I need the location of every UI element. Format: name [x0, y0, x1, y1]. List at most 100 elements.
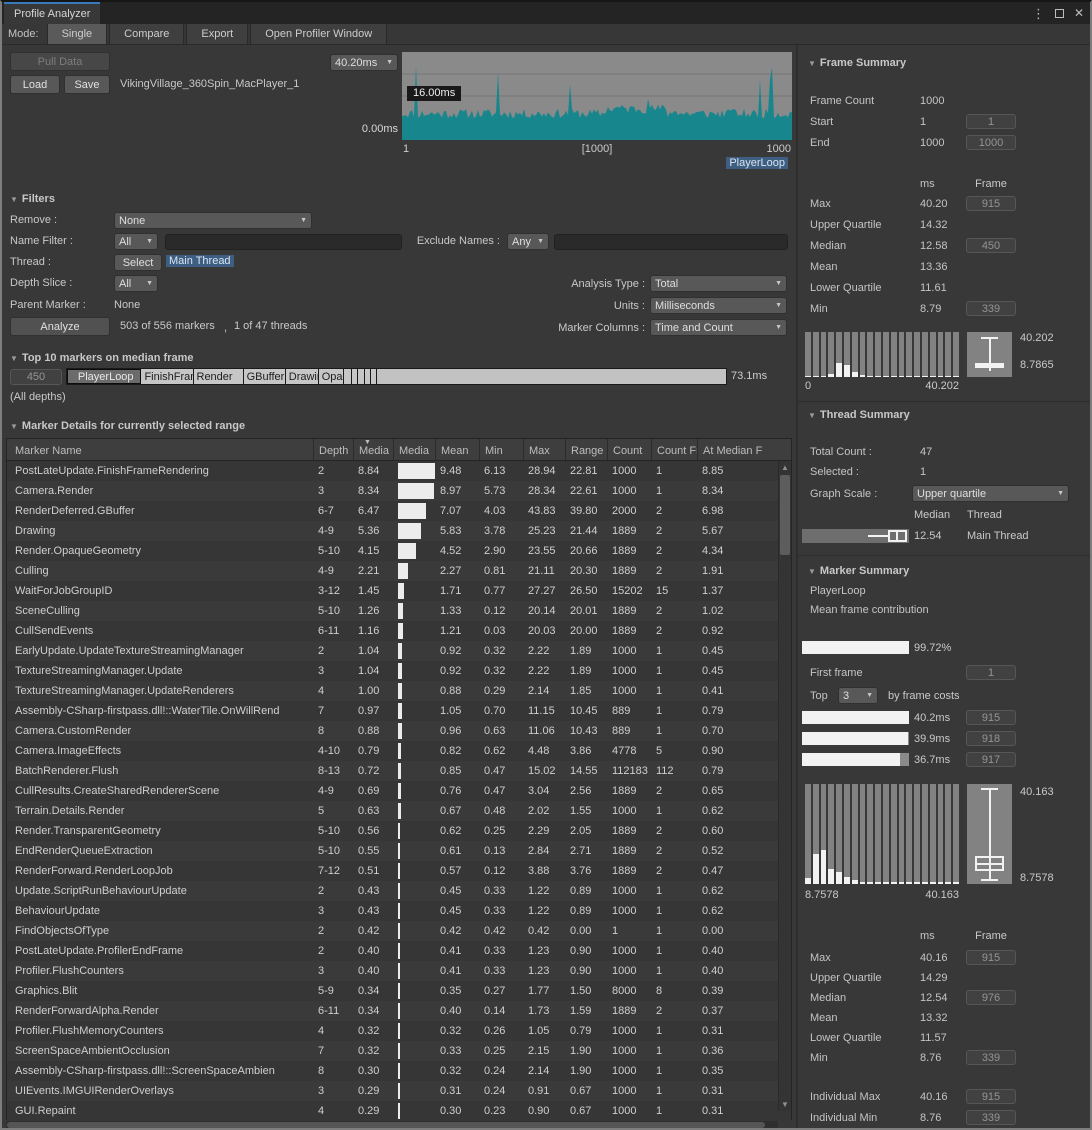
- frame-summary-header[interactable]: ▼Frame Summary: [808, 57, 906, 69]
- scroll-up-icon[interactable]: ▲: [781, 463, 789, 472]
- scroll-down-icon[interactable]: ▼: [781, 1100, 789, 1109]
- vertical-scrollbar-thumb[interactable]: [780, 475, 790, 555]
- frame-summary-histogram[interactable]: [805, 332, 959, 377]
- table-row[interactable]: EndRenderQueueExtraction5-100.550.610.13…: [7, 841, 791, 861]
- frame-summary-row-frame-badge[interactable]: 1: [966, 114, 1016, 129]
- name-filter-input[interactable]: [165, 234, 402, 250]
- frame-summary-stat-frame-badge[interactable]: 450: [966, 238, 1016, 253]
- table-row[interactable]: BehaviourUpdate30.430.450.331.220.891000…: [7, 901, 791, 921]
- column-header-count[interactable]: Count: [607, 439, 651, 460]
- close-icon[interactable]: ✕: [1074, 7, 1084, 19]
- table-row[interactable]: ScreenSpaceAmbientOcclusion70.320.330.25…: [7, 1041, 791, 1061]
- frame-summary-stat-frame-badge[interactable]: 915: [966, 196, 1016, 211]
- column-header-media[interactable]: Media: [393, 439, 435, 460]
- first-frame-badge[interactable]: 1: [966, 665, 1016, 680]
- top10-segment-finishframer[interactable]: FinishFrameR: [141, 369, 193, 384]
- table-row[interactable]: RenderForwardAlpha.Render6-110.340.400.1…: [7, 1001, 791, 1021]
- table-row[interactable]: GUI.Repaint40.290.300.230.900.67100010.3…: [7, 1101, 791, 1121]
- marker-summary-individual-frame-badge[interactable]: 915: [966, 1089, 1016, 1104]
- top-frame-badge[interactable]: 918: [966, 731, 1016, 746]
- vertical-scrollbar[interactable]: ▲ ▼: [778, 461, 791, 1111]
- marker-columns-dropdown[interactable]: Time and Count▼: [650, 319, 787, 336]
- top10-segment-opaqu[interactable]: Opaqu: [319, 369, 344, 384]
- top10-segment[interactable]: [371, 369, 378, 384]
- top10-marker-bar[interactable]: PlayerLoopFinishFrameRRenderGBufferDrawi…: [66, 368, 727, 385]
- marker-summary-stat-frame-badge[interactable]: 976: [966, 990, 1016, 1005]
- table-row[interactable]: Render.OpaqueGeometry5-104.154.522.9023.…: [7, 541, 791, 561]
- table-row[interactable]: Camera.ImageEffects4-100.790.820.624.483…: [7, 741, 791, 761]
- marker-details-header[interactable]: ▼Marker Details for currently selected r…: [10, 420, 245, 432]
- thread-range-graph[interactable]: [802, 529, 909, 543]
- table-row[interactable]: PostLateUpdate.FinishFrameRendering28.84…: [7, 461, 791, 481]
- top10-segment[interactable]: [358, 369, 365, 384]
- top10-segment-playerloop[interactable]: PlayerLoop: [67, 369, 141, 384]
- table-row[interactable]: Drawing4-95.365.833.7825.2321.44188925.6…: [7, 521, 791, 541]
- top10-segment-drawing[interactable]: Drawing: [286, 369, 319, 384]
- marker-summary-boxplot[interactable]: [967, 784, 1012, 884]
- table-row[interactable]: EarlyUpdate.UpdateTextureStreamingManage…: [7, 641, 791, 661]
- top10-frame-badge[interactable]: 450: [10, 369, 62, 385]
- table-row[interactable]: Graphics.Blit5-90.340.350.271.771.508000…: [7, 981, 791, 1001]
- toolbar-button-single[interactable]: Single: [47, 24, 108, 44]
- kebab-menu-icon[interactable]: ⋮: [1032, 7, 1045, 20]
- marker-summary-stat-frame-badge[interactable]: 915: [966, 950, 1016, 965]
- frame-range-dropdown[interactable]: 40.20ms ▼: [330, 54, 398, 71]
- table-row[interactable]: Terrain.Details.Render50.630.670.482.021…: [7, 801, 791, 821]
- table-row[interactable]: Update.ScriptRunBehaviourUpdate20.430.45…: [7, 881, 791, 901]
- top10-segment-gbuffer[interactable]: GBuffer: [244, 369, 286, 384]
- name-filter-mode-dropdown[interactable]: All▼: [114, 233, 158, 250]
- table-row[interactable]: RenderForward.RenderLoopJob7-120.510.570…: [7, 861, 791, 881]
- top-frame-badge[interactable]: 915: [966, 710, 1016, 725]
- table-row[interactable]: FindObjectsOfType20.420.420.420.420.0011…: [7, 921, 791, 941]
- marker-summary-histogram[interactable]: [805, 784, 959, 884]
- column-header-media[interactable]: ▼Media: [353, 439, 393, 460]
- table-row[interactable]: TextureStreamingManager.UpdateRenderers4…: [7, 681, 791, 701]
- column-header-depth[interactable]: Depth: [313, 439, 353, 460]
- maximize-icon[interactable]: [1055, 9, 1064, 18]
- table-row[interactable]: Camera.CustomRender80.880.960.6311.0610.…: [7, 721, 791, 741]
- top10-segment[interactable]: [344, 369, 352, 384]
- table-row[interactable]: CullSendEvents6-111.161.210.0320.0320.00…: [7, 621, 791, 641]
- table-row[interactable]: Profiler.FlushCounters30.400.410.331.230…: [7, 961, 791, 981]
- table-row[interactable]: CullResults.CreateSharedRendererScene4-9…: [7, 781, 791, 801]
- column-header-marker-name[interactable]: Marker Name: [7, 439, 313, 460]
- analyze-button[interactable]: Analyze: [10, 317, 110, 336]
- window-tab[interactable]: Profile Analyzer: [4, 2, 100, 24]
- top-n-dropdown[interactable]: 3▼: [838, 687, 878, 704]
- load-button[interactable]: Load: [10, 75, 60, 94]
- analysis-type-dropdown[interactable]: Total▼: [650, 275, 787, 292]
- horizontal-scrollbar-thumb[interactable]: [7, 1122, 765, 1128]
- top10-segment-render[interactable]: Render: [194, 369, 244, 384]
- table-row[interactable]: Assembly-CSharp-firstpass.dll!::WaterTil…: [7, 701, 791, 721]
- table-row[interactable]: BatchRenderer.Flush8-130.720.850.4715.02…: [7, 761, 791, 781]
- table-row[interactable]: WaitForJobGroupID3-121.451.710.7727.2726…: [7, 581, 791, 601]
- top10-header[interactable]: ▼Top 10 markers on median frame: [10, 352, 194, 364]
- pull-data-button[interactable]: Pull Data: [10, 52, 110, 71]
- thread-select-button[interactable]: Select: [114, 254, 162, 271]
- depth-slice-dropdown[interactable]: All▼: [114, 275, 158, 292]
- column-header-at-median-f[interactable]: At Median F: [697, 439, 775, 460]
- column-header-count-fra[interactable]: Count Fra: [651, 439, 697, 460]
- table-row[interactable]: PostLateUpdate.ProfilerEndFrame20.400.41…: [7, 941, 791, 961]
- thread-summary-header[interactable]: ▼Thread Summary: [808, 409, 910, 421]
- toolbar-button-open-profiler-window[interactable]: Open Profiler Window: [250, 24, 387, 44]
- table-row[interactable]: Camera.Render38.348.975.7328.3422.611000…: [7, 481, 791, 501]
- frame-summary-stat-frame-badge[interactable]: 339: [966, 301, 1016, 316]
- table-row[interactable]: SceneCulling5-101.261.330.1220.1420.0118…: [7, 601, 791, 621]
- table-row[interactable]: UIEvents.IMGUIRenderOverlays30.290.310.2…: [7, 1081, 791, 1101]
- frame-summary-boxplot[interactable]: [967, 332, 1012, 377]
- exclude-names-input[interactable]: [554, 234, 788, 250]
- column-header-mean[interactable]: Mean: [435, 439, 479, 460]
- table-row[interactable]: RenderDeferred.GBuffer6-76.477.074.0343.…: [7, 501, 791, 521]
- column-header-range[interactable]: Range: [565, 439, 607, 460]
- table-row[interactable]: Render.TransparentGeometry5-100.560.620.…: [7, 821, 791, 841]
- remove-dropdown[interactable]: None▼: [114, 212, 312, 229]
- table-row[interactable]: Assembly-CSharp-firstpass.dll!::ScreenSp…: [7, 1061, 791, 1081]
- graph-scale-dropdown[interactable]: Upper quartile▼: [912, 485, 1069, 502]
- table-row[interactable]: TextureStreamingManager.Update31.040.920…: [7, 661, 791, 681]
- column-header-max[interactable]: Max: [523, 439, 565, 460]
- top-frame-badge[interactable]: 917: [966, 752, 1016, 767]
- horizontal-scrollbar[interactable]: [6, 1121, 778, 1129]
- column-header-min[interactable]: Min: [479, 439, 523, 460]
- frame-summary-row-frame-badge[interactable]: 1000: [966, 135, 1016, 150]
